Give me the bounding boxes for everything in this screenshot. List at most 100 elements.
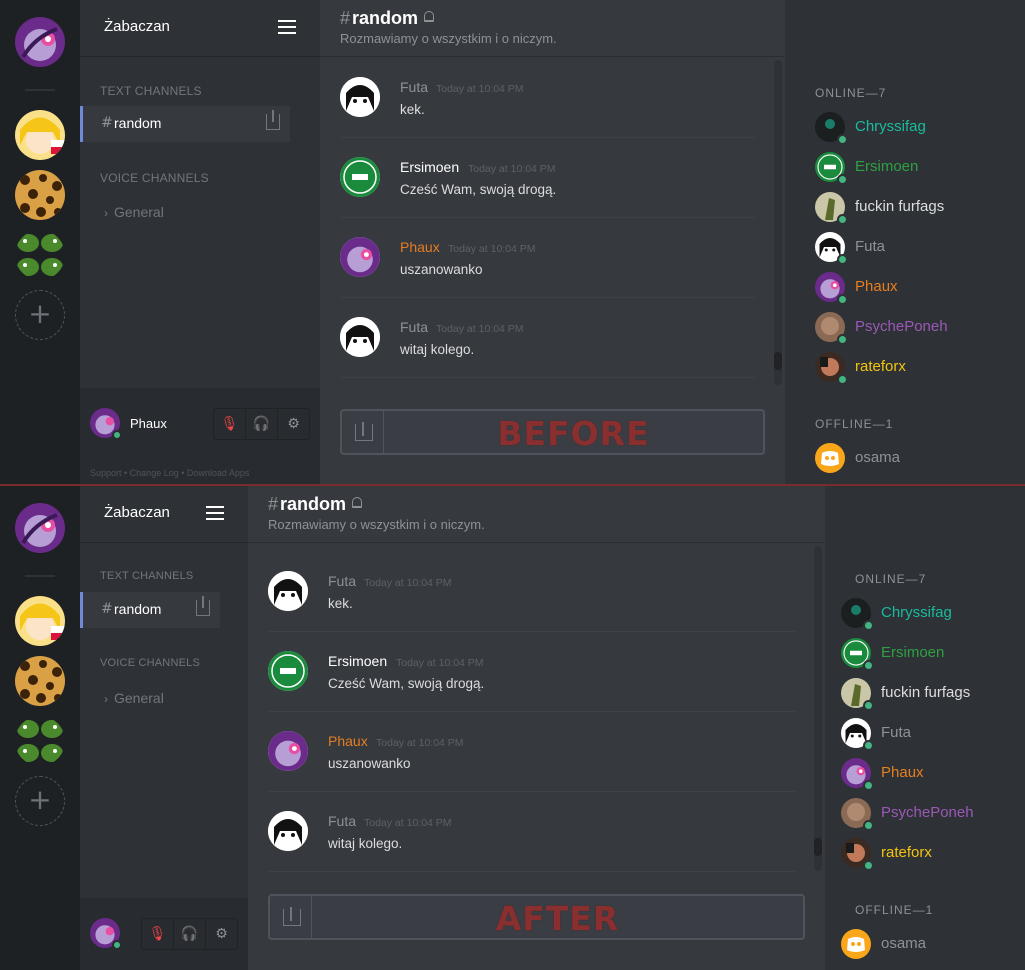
message-text: Cześć Wam, swoją drogą. xyxy=(400,182,557,197)
message-author[interactable]: Phaux xyxy=(328,733,368,749)
member-item[interactable]: rateforx xyxy=(815,347,995,387)
member-item[interactable]: PsychePoneh xyxy=(841,793,1021,833)
message-text: kek. xyxy=(400,102,425,117)
avatar[interactable] xyxy=(340,317,380,357)
message-timestamp: Today at 10:04 PM xyxy=(364,817,452,829)
voice-channel-general[interactable]: › General xyxy=(104,204,164,220)
member-item[interactable]: Phaux xyxy=(841,753,1021,793)
footer-links[interactable]: Support • Change Log • Download Apps xyxy=(90,468,249,478)
headphones-icon[interactable]: 🎧 xyxy=(174,919,206,949)
member-name: fuckin furfags xyxy=(855,198,945,215)
invite-icon[interactable] xyxy=(196,596,210,616)
member-item[interactable]: Futa xyxy=(841,713,1021,753)
gear-icon[interactable]: ⚙ xyxy=(278,409,309,439)
notification-bell-icon[interactable] xyxy=(352,497,363,508)
online-header: ONLINE—7 xyxy=(855,572,927,586)
voice-channel-general[interactable]: › General xyxy=(104,690,164,706)
headphones-icon[interactable]: 🎧 xyxy=(246,409,278,439)
message-item: Futa Today at 10:04 PM kek. xyxy=(268,552,795,632)
message-item: Ersimoen Today at 10:04 PM Cześć Wam, swoj… xyxy=(340,138,755,218)
rail-separator xyxy=(25,89,55,91)
status-online-indicator xyxy=(863,860,874,871)
status-online-indicator xyxy=(112,940,122,950)
message-text: kek. xyxy=(328,596,353,611)
member-item[interactable]: Chryssifag xyxy=(815,107,995,147)
avatar[interactable] xyxy=(340,157,380,197)
avatar[interactable] xyxy=(268,651,308,691)
server-icon-blonde[interactable] xyxy=(15,596,65,646)
server-icon-frogs[interactable] xyxy=(15,230,65,280)
status-online-indicator xyxy=(837,254,848,265)
after-pane: + Żabaczan TEXT CHANNELS # random VOICE … xyxy=(0,486,1025,970)
upload-icon[interactable] xyxy=(342,411,384,453)
member-item[interactable]: fuckin furfags xyxy=(815,187,995,227)
avatar[interactable] xyxy=(340,77,380,117)
server-icon-leopard[interactable] xyxy=(15,656,65,706)
message-text: uszanowanko xyxy=(328,756,411,771)
notification-bell-icon[interactable] xyxy=(424,11,435,22)
server-icon-frogs[interactable] xyxy=(15,716,65,766)
member-name: Phaux xyxy=(855,278,898,295)
invite-icon[interactable] xyxy=(266,110,280,130)
scrollbar-thumb[interactable] xyxy=(774,352,782,370)
message-author[interactable]: Futa xyxy=(328,813,356,829)
scrollbar-thumb[interactable] xyxy=(814,838,822,856)
scrollbar[interactable] xyxy=(774,60,782,385)
guild-header[interactable]: Żabaczan xyxy=(80,0,320,57)
member-item[interactable]: Ersimoen xyxy=(815,147,995,187)
member-name: PsychePoneh xyxy=(881,804,974,821)
mic-muted-icon[interactable]: 🎙 xyxy=(214,409,246,439)
offline-header: OFFLINE—1 xyxy=(855,903,934,917)
voice-channels-header: VOICE CHANNELS xyxy=(100,171,209,185)
message-author[interactable]: Ersimoen xyxy=(400,159,459,175)
member-name: fuckin furfags xyxy=(881,684,971,701)
message-author[interactable]: Ersimoen xyxy=(328,653,387,669)
message-author[interactable]: Futa xyxy=(400,79,428,95)
member-name: osama xyxy=(855,449,901,466)
hamburger-menu-icon[interactable] xyxy=(206,506,224,520)
channel-name: random xyxy=(114,115,162,131)
add-server-icon[interactable]: + xyxy=(15,290,65,340)
member-item[interactable]: fuckin furfags xyxy=(841,673,1021,713)
member-item[interactable]: Futa xyxy=(815,227,995,267)
message-input[interactable]: AFTER xyxy=(268,894,805,940)
message-author[interactable]: Futa xyxy=(400,319,428,335)
avatar[interactable] xyxy=(268,571,308,611)
server-icon-leopard[interactable] xyxy=(15,170,65,220)
member-name: Phaux xyxy=(881,764,924,781)
member-name: Chryssifag xyxy=(855,118,926,135)
avatar[interactable] xyxy=(268,731,308,771)
status-online-indicator xyxy=(863,660,874,671)
mic-muted-icon[interactable]: 🎙 xyxy=(142,919,174,949)
add-server-icon[interactable]: + xyxy=(15,776,65,826)
scrollbar[interactable] xyxy=(814,546,822,871)
gear-icon[interactable]: ⚙ xyxy=(206,919,237,949)
message-author[interactable]: Futa xyxy=(328,573,356,589)
text-channels-header: TEXT CHANNELS xyxy=(100,570,194,582)
status-online-indicator xyxy=(837,214,848,225)
member-item[interactable]: osama xyxy=(841,924,1021,964)
message-author[interactable]: Phaux xyxy=(400,239,440,255)
server-icon-blonde[interactable] xyxy=(15,110,65,160)
member-item[interactable]: Chryssifag xyxy=(841,593,1021,633)
server-icon-zabaczan[interactable] xyxy=(15,17,65,67)
message-list: Futa Today at 10:04 PM kek. Ersimoen Today a… xyxy=(320,58,785,388)
member-item[interactable]: osama xyxy=(815,438,995,478)
channel-item-random[interactable]: # random xyxy=(80,592,220,628)
channel-topic: Rozmawiamy o wszystkim i o niczym. xyxy=(268,517,485,532)
server-icon-zabaczan[interactable] xyxy=(15,503,65,553)
hamburger-menu-icon[interactable] xyxy=(278,20,296,34)
channel-topbar: # random Rozmawiamy o wszystkim i o niczy… xyxy=(248,486,825,543)
message-input[interactable]: BEFORE xyxy=(340,409,765,455)
avatar[interactable] xyxy=(268,811,308,851)
guild-header[interactable]: Żabaczan xyxy=(80,486,248,543)
member-item[interactable]: Phaux xyxy=(815,267,995,307)
avatar[interactable] xyxy=(340,237,380,277)
channel-item-random[interactable]: # random xyxy=(80,106,290,142)
member-item[interactable]: rateforx xyxy=(841,833,1021,873)
member-item[interactable]: Ersimoen xyxy=(841,633,1021,673)
server-name: Żabaczan xyxy=(104,18,170,35)
upload-icon[interactable] xyxy=(270,896,312,938)
member-name: Ersimoen xyxy=(881,644,945,661)
member-item[interactable]: PsychePoneh xyxy=(815,307,995,347)
